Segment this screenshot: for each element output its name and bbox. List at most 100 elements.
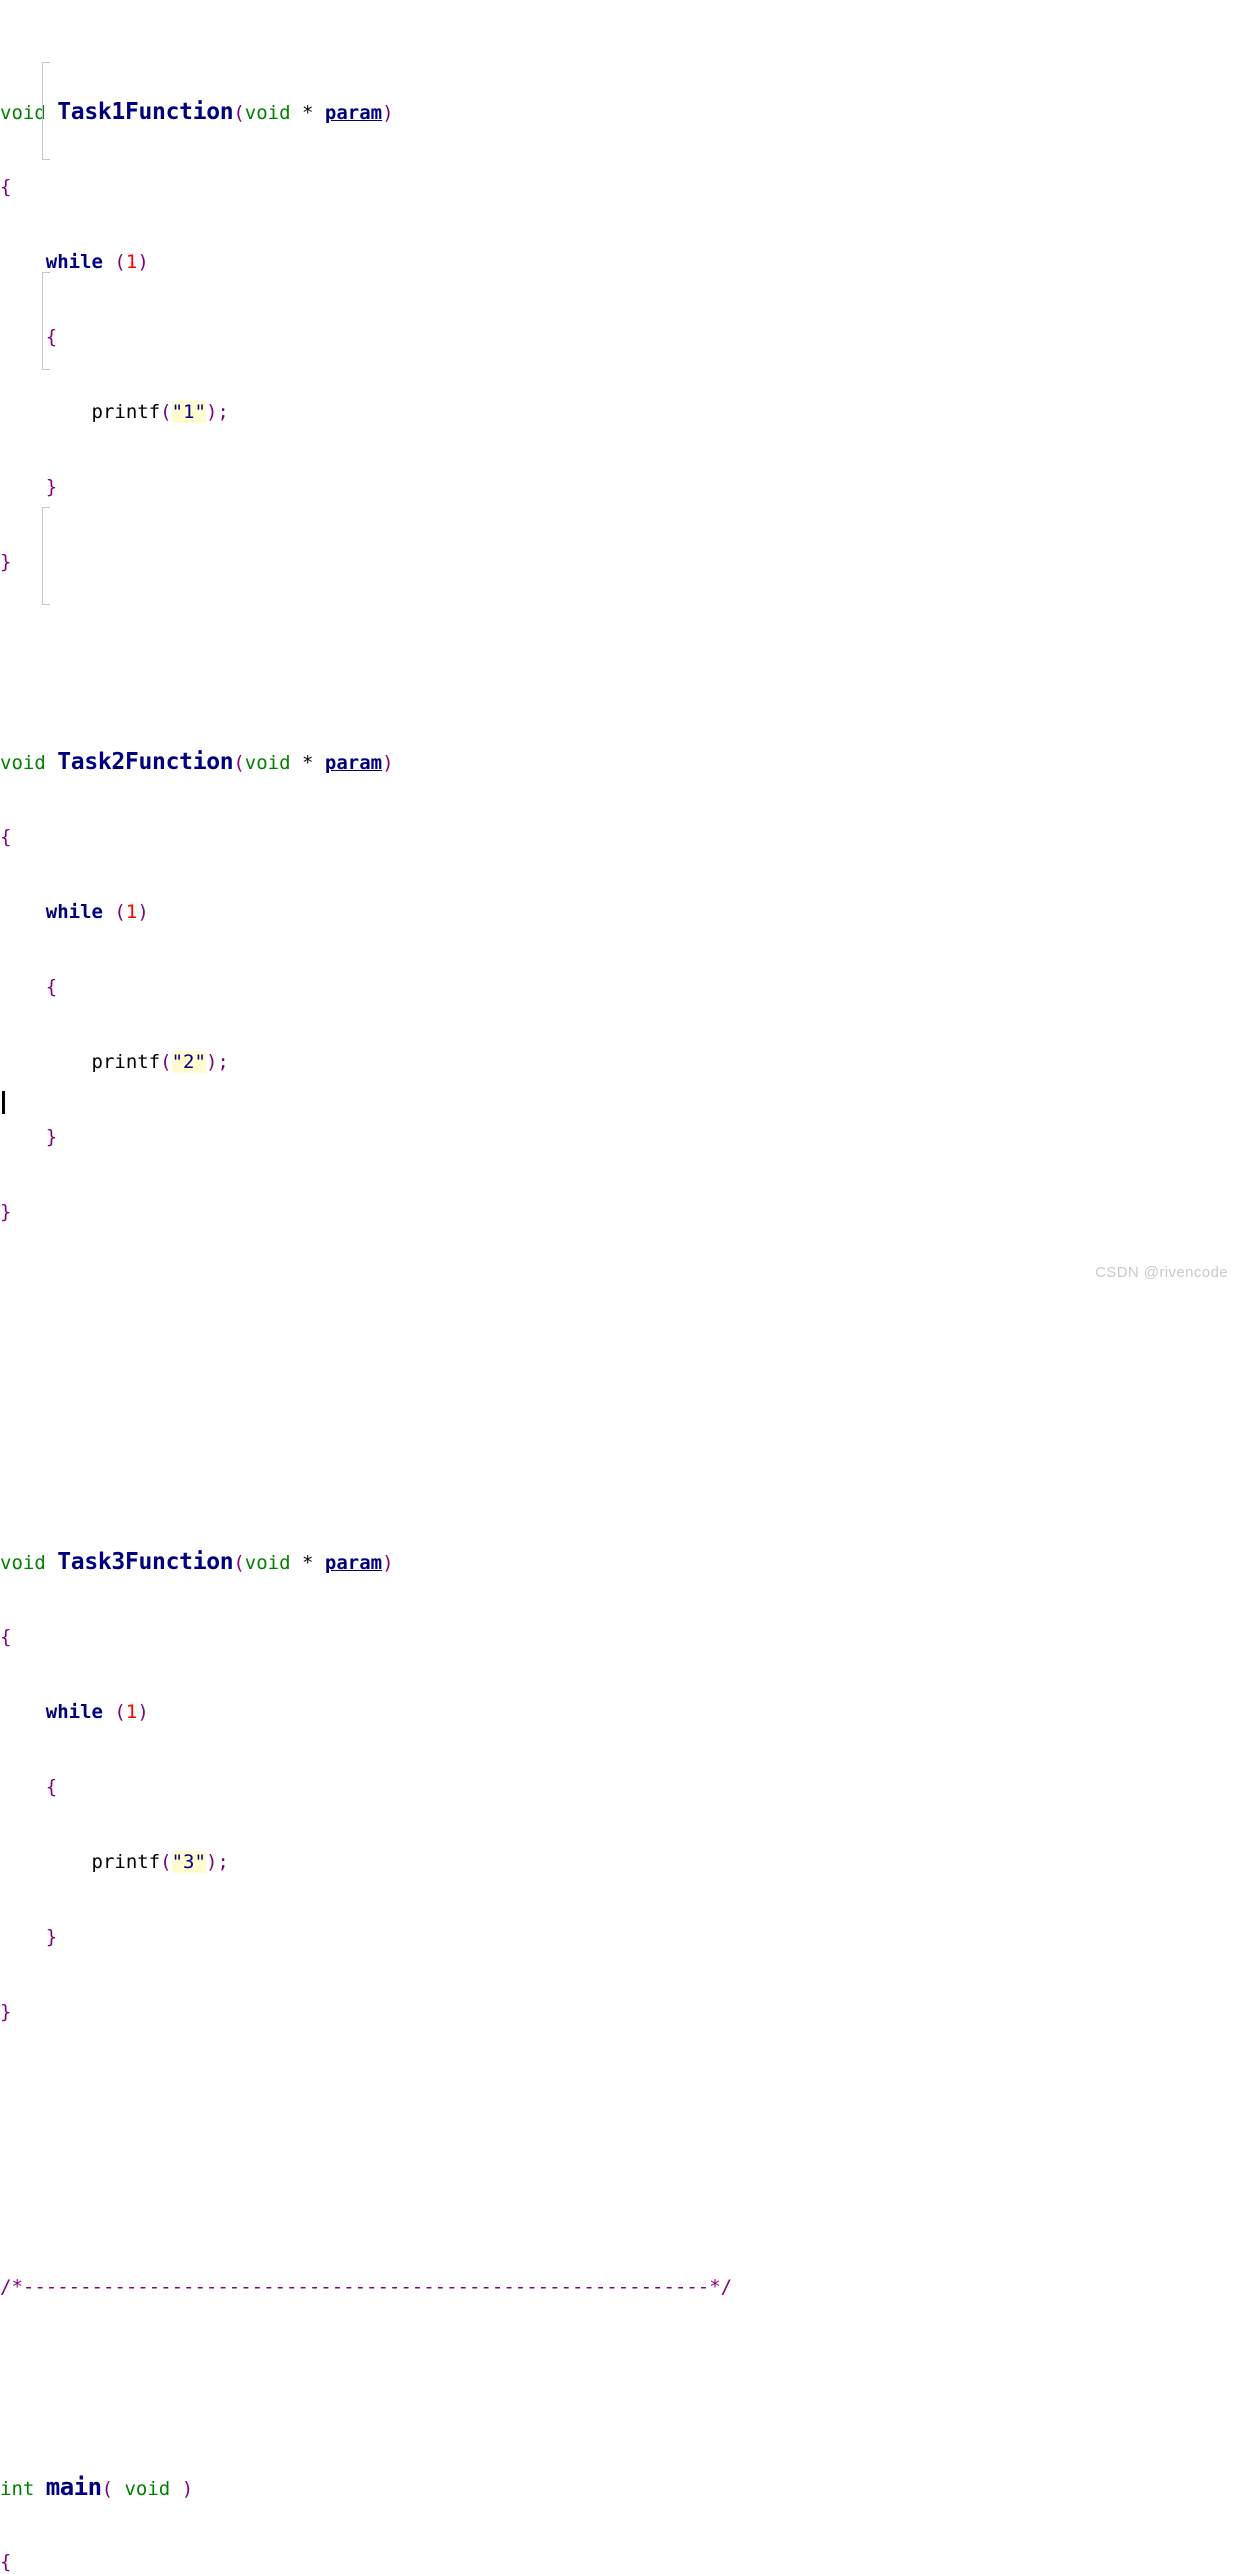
brace-open: {: [0, 2551, 12, 2573]
while-keyword: while: [45, 1701, 103, 1723]
code-line: /*--------------------------------------…: [0, 2275, 1238, 2300]
brace-open: {: [0, 176, 12, 198]
code-line: printf("3");: [0, 1850, 1238, 1875]
code-line: {: [0, 325, 1238, 350]
brace-open: {: [0, 826, 12, 848]
code-line: }: [0, 475, 1238, 500]
param-name: param: [324, 752, 383, 774]
paren-open: (: [160, 1051, 172, 1073]
param-type: void: [124, 2478, 171, 2500]
printf-call: printf: [91, 1851, 161, 1873]
paren-close: ): [205, 1051, 218, 1073]
param-type: void: [244, 1552, 291, 1574]
brace-open: {: [0, 1626, 12, 1648]
brace-close: }: [0, 2001, 12, 2023]
printf-call: printf: [91, 1051, 161, 1073]
csdn-watermark: CSDN @rivencode: [1095, 1264, 1228, 1281]
paren-open: (: [160, 401, 172, 423]
code-line: while (1): [0, 1700, 1238, 1725]
function-name-main: main: [45, 2473, 102, 2501]
code-line: {: [0, 825, 1238, 850]
function-name: Task2Function: [57, 749, 234, 775]
param-type: void: [244, 752, 291, 774]
code-editor-view[interactable]: void Task1Function(void * param) { while…: [0, 0, 1238, 2573]
code-line: }: [0, 1925, 1238, 1950]
paren-close: ): [382, 102, 394, 124]
code-line: }: [0, 1200, 1238, 1225]
paren-open: (: [114, 901, 126, 923]
paren-open: (: [160, 1851, 172, 1873]
brace-open: {: [45, 976, 58, 998]
pointer-star: *: [302, 1552, 314, 1574]
type-keyword: void: [0, 1552, 46, 1574]
while-keyword: while: [45, 251, 103, 273]
type-keyword: int: [0, 2478, 35, 2500]
code-line: void Task2Function(void * param): [0, 750, 1238, 775]
brace-open: {: [45, 1776, 58, 1798]
code-line: void Task1Function(void * param): [0, 100, 1238, 125]
function-name: Task3Function: [57, 1549, 234, 1575]
brace-close: }: [0, 1201, 12, 1223]
paren-open: (: [114, 251, 126, 273]
paren-close: ): [382, 752, 394, 774]
param-name: param: [324, 1552, 383, 1574]
pointer-star: *: [302, 102, 314, 124]
type-keyword: void: [0, 752, 46, 774]
code-line: void Task3Function(void * param): [0, 1550, 1238, 1575]
paren-close: ): [137, 1701, 149, 1723]
text-caret: [2, 1091, 5, 1114]
brace-close: }: [45, 1926, 58, 1948]
paren-close: ): [181, 2478, 194, 2500]
paren-open: (: [114, 1701, 126, 1723]
code-line: }: [0, 2000, 1238, 2025]
code-line: while (1): [0, 250, 1238, 275]
brace-open: {: [45, 326, 58, 348]
paren-open: (: [233, 102, 245, 124]
code-line: {: [0, 1775, 1238, 1800]
string-literal: "2": [171, 1051, 206, 1073]
code-line: {: [0, 175, 1238, 200]
paren-open: (: [233, 752, 245, 774]
paren-open: (: [233, 1552, 245, 1574]
param-type: void: [244, 102, 291, 124]
paren-close: ): [382, 1552, 394, 1574]
semicolon: ;: [217, 1051, 229, 1073]
divider-comment: /*--------------------------------------…: [0, 2276, 733, 2298]
code-line: printf("1");: [0, 400, 1238, 425]
semicolon: ;: [217, 401, 229, 423]
code-line: }: [0, 550, 1238, 575]
code-line: {: [0, 2550, 1238, 2574]
paren-open: (: [101, 2478, 114, 2500]
code-line: printf("2");: [0, 1050, 1238, 1075]
string-literal: "3": [171, 1851, 206, 1873]
condition-value: 1: [125, 251, 138, 273]
type-keyword: void: [0, 102, 46, 124]
code-line: {: [0, 1625, 1238, 1650]
condition-value: 1: [125, 1701, 138, 1723]
brace-close: }: [0, 551, 12, 573]
paren-close: ): [137, 901, 149, 923]
brace-close: }: [45, 1126, 58, 1148]
condition-value: 1: [125, 901, 138, 923]
paren-close: ): [205, 401, 218, 423]
param-name: param: [324, 102, 383, 124]
semicolon: ;: [217, 1851, 229, 1873]
string-literal: "1": [171, 401, 206, 423]
code-line: while (1): [0, 900, 1238, 925]
brace-close: }: [45, 476, 58, 498]
code-line: int main( void ): [0, 2473, 1238, 2501]
fold-guide-task2[interactable]: [42, 272, 50, 370]
while-keyword: while: [45, 901, 103, 923]
paren-close: ): [137, 251, 149, 273]
code-line: {: [0, 975, 1238, 1000]
paren-close: ): [205, 1851, 218, 1873]
printf-call: printf: [91, 401, 161, 423]
code-line: }: [0, 1125, 1238, 1150]
